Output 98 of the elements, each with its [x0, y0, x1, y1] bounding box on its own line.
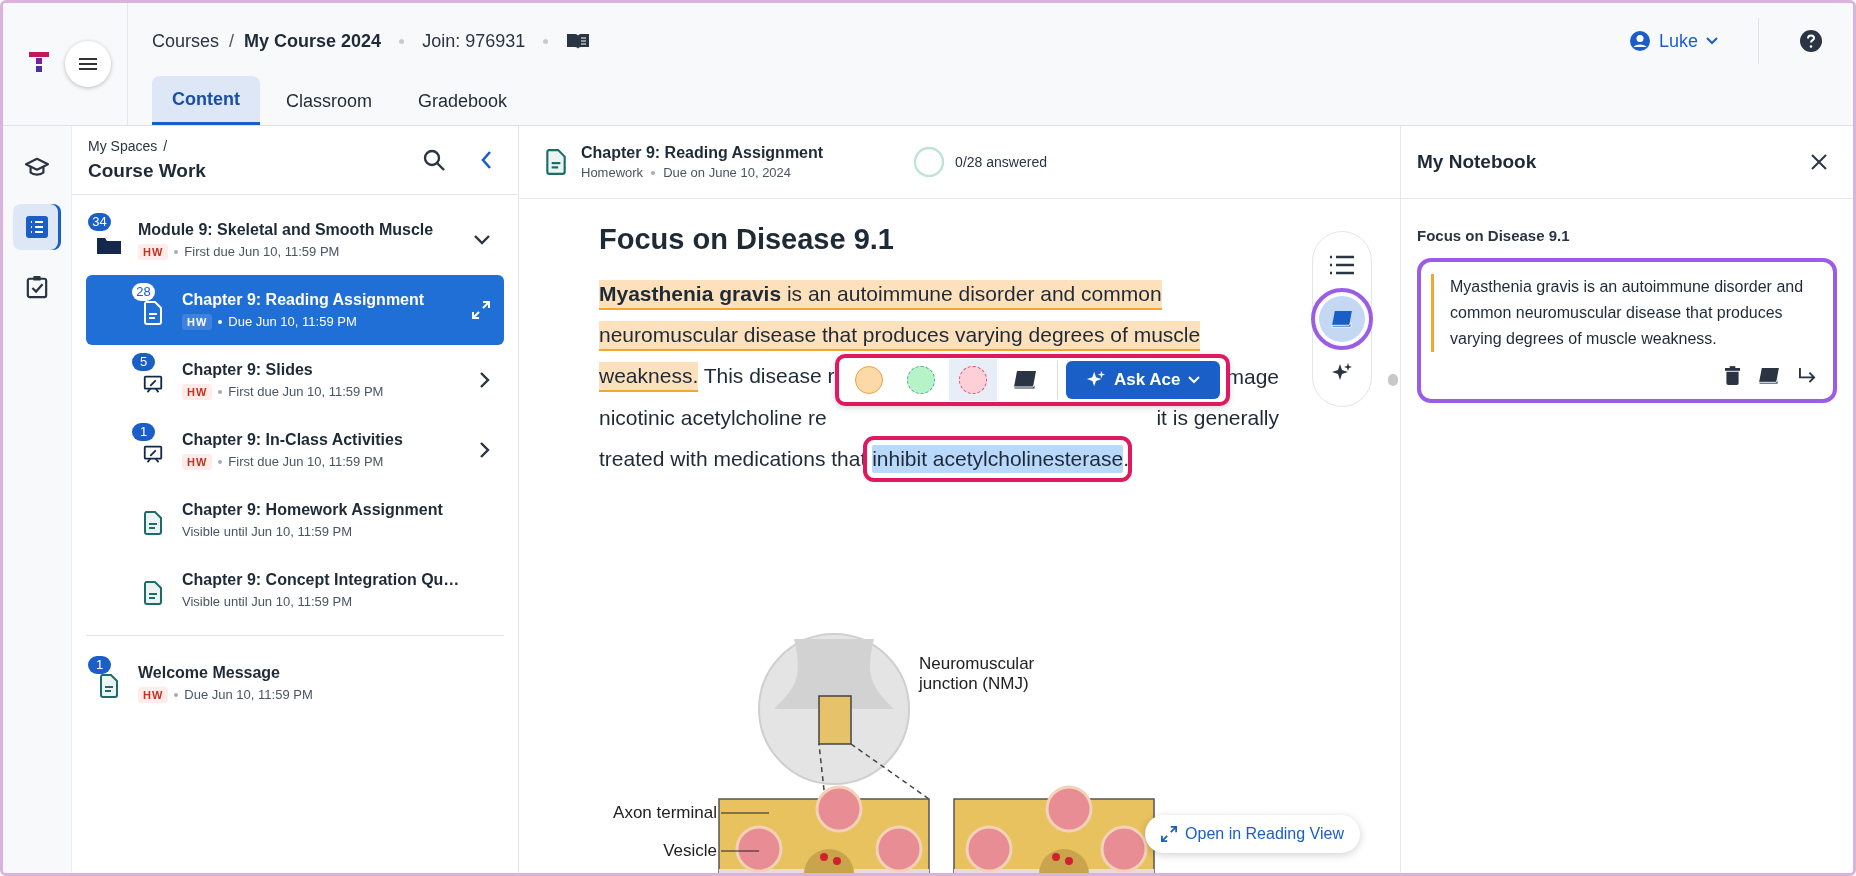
- book-icon[interactable]: [566, 32, 591, 50]
- due-date: Due Jun 10, 11:59 PM: [228, 314, 357, 329]
- list-button[interactable]: [13, 204, 61, 250]
- reading-view-button[interactable]: Open in Reading View: [1145, 815, 1360, 853]
- homework-tag: HW: [138, 243, 169, 260]
- course-item[interactable]: 5 Chapter 9: Slides HW First due Jun 10, 11:59 PM: [86, 345, 504, 415]
- ask-ace-button[interactable]: Ask Ace: [1066, 361, 1221, 399]
- chevron-right-icon[interactable]: [480, 372, 490, 388]
- leader-line: [720, 812, 770, 814]
- due-date: First due Jun 10, 11:59 PM: [228, 454, 384, 469]
- panel-title: Course Work: [88, 160, 207, 182]
- item-title: Chapter 9: In-Class Activities: [182, 430, 404, 449]
- help-icon[interactable]: [1799, 29, 1823, 53]
- chevron-icon[interactable]: [474, 235, 490, 245]
- count-badge: 28: [132, 283, 155, 301]
- list-icon: [25, 215, 49, 239]
- presentation-icon: [142, 443, 164, 465]
- diagram-label: Neuromuscular junction (NMJ): [919, 654, 1035, 693]
- collapse-icon[interactable]: [480, 150, 492, 170]
- due-date: First due Jun 10, 11:59 PM: [184, 244, 340, 259]
- due-date: Visible until Jun 10, 11:59 PM: [182, 524, 353, 539]
- course-item[interactable]: Chapter 9: Homework Assignment Visible until Jun 10, 11:59 PM: [86, 485, 504, 555]
- notebook-icon: [1331, 310, 1353, 328]
- document-icon: [545, 149, 567, 175]
- count-badge: 1: [132, 423, 155, 441]
- user-avatar-icon: [1628, 30, 1651, 52]
- item-title: Chapter 9: Concept Integration Qu…: [182, 571, 461, 589]
- notebook-icon[interactable]: [1758, 366, 1780, 385]
- expand-icon: [1161, 826, 1178, 842]
- body-text: .: [1123, 445, 1129, 472]
- section-heading: Focus on Disease 9.1: [599, 223, 895, 256]
- document-icon: [143, 511, 163, 535]
- color-swatch-button[interactable]: [949, 359, 997, 401]
- homework-tag: HW: [182, 383, 213, 400]
- breadcrumb-separator: /: [163, 138, 168, 154]
- body-text: it is generally: [1156, 404, 1279, 431]
- assignment-type: Homework: [581, 165, 644, 180]
- highlighted-text: neuromuscular disease that produces varying degrees of muscle: [599, 320, 1201, 351]
- nav-tab[interactable]: Classroom: [266, 76, 392, 125]
- notebook-icon: [1013, 370, 1037, 390]
- list-icon: [1329, 255, 1355, 275]
- note-text: Myasthenia gravis is an autoimmune disorder and common neuromuscular disease that produces varying degrees of muscle weakness.: [1450, 277, 1805, 349]
- course-item[interactable]: 1 Welcome Message HW Due Jun 10, 11:59 PM: [86, 648, 504, 718]
- course-item[interactable]: 28 Chapter 9: Reading Assignment HW Due Jun 10, 11:59 PM: [86, 275, 504, 345]
- chevron-right-icon[interactable]: [480, 442, 490, 458]
- arrow-turn-icon[interactable]: [1798, 367, 1817, 384]
- diagram-label: Vesicle: [663, 841, 717, 860]
- close-icon[interactable]: [1811, 154, 1827, 170]
- homework-tag: HW: [138, 686, 169, 703]
- course-item[interactable]: Chapter 9: Concept Integration Qu… Visible until Jun 10, 11:59 PM: [86, 555, 504, 625]
- join-code: Join: 976931: [422, 30, 526, 52]
- caret-icon: [1188, 376, 1201, 384]
- progress-ring: [913, 146, 946, 178]
- menu-icon: [79, 58, 97, 70]
- caret-icon: [1706, 37, 1718, 45]
- graduation-cap-icon: [24, 156, 50, 178]
- progress-label: 0/28 answered: [955, 154, 1047, 170]
- document-icon: [99, 674, 119, 698]
- search-icon[interactable]: [422, 148, 446, 172]
- highlighted-text: Myasthenia gravis is an autoimmune disorder and common: [599, 279, 1162, 310]
- breadcrumb-link[interactable]: My Spaces: [88, 138, 158, 154]
- nav-tab[interactable]: Content: [152, 76, 260, 125]
- highlighted-text: weakness.: [599, 361, 699, 392]
- document-icon: [143, 581, 163, 605]
- count-badge: 5: [132, 353, 155, 371]
- body-text: nicotinic acetylcholine re: [599, 404, 827, 431]
- course-item[interactable]: 1 Chapter 9: In-Class Activities HW First due Jun 10, 11:59 PM: [86, 415, 504, 485]
- scrollbar-thumb[interactable]: [1388, 374, 1398, 386]
- trash-icon[interactable]: [1725, 366, 1740, 385]
- due-date: Due on June 10, 2024: [663, 165, 792, 180]
- course-item[interactable]: 34 Module 9: Skeletal and Smooth Muscle HW First due Jun 10, 11:59 PM: [86, 205, 504, 275]
- item-title: Module 9: Skeletal and Smooth Muscle: [138, 220, 435, 239]
- item-title: Welcome Message: [138, 663, 281, 682]
- breadcrumb-link[interactable]: Courses: [152, 30, 220, 52]
- item-title: Chapter 9: Homework Assignment: [182, 501, 444, 519]
- due-date: Visible until Jun 10, 11:59 PM: [182, 594, 353, 609]
- note-section-title: Focus on Disease 9.1: [1417, 227, 1571, 244]
- homework-tag: HW: [182, 313, 213, 330]
- count-badge: 34: [88, 213, 111, 231]
- diagram-label: Axon terminal: [613, 803, 717, 822]
- nav-tab[interactable]: Gradebook: [398, 76, 528, 125]
- count-badge: 1: [88, 656, 111, 674]
- clipboard-check-icon: [26, 275, 48, 299]
- presentation-icon: [142, 373, 164, 395]
- leader-line: [720, 850, 760, 852]
- assignment-title: Chapter 9: Reading Assignment: [581, 144, 824, 162]
- expand-icon[interactable]: [472, 301, 490, 319]
- due-date: Due Jun 10, 11:59 PM: [184, 687, 313, 702]
- menu-button[interactable]: [65, 41, 111, 87]
- body-text: This disease r: [702, 362, 835, 389]
- item-title: Chapter 9: Reading Assignment: [182, 290, 426, 309]
- document-icon: [143, 301, 163, 325]
- due-date: First due Jun 10, 11:59 PM: [228, 384, 384, 399]
- item-title: Chapter 9: Slides: [182, 360, 314, 379]
- panel-title: My Notebook: [1417, 151, 1537, 173]
- user-menu[interactable]: Luke: [1628, 30, 1718, 52]
- homework-tag: HW: [182, 453, 213, 470]
- breadcrumb-separator: /: [229, 30, 235, 52]
